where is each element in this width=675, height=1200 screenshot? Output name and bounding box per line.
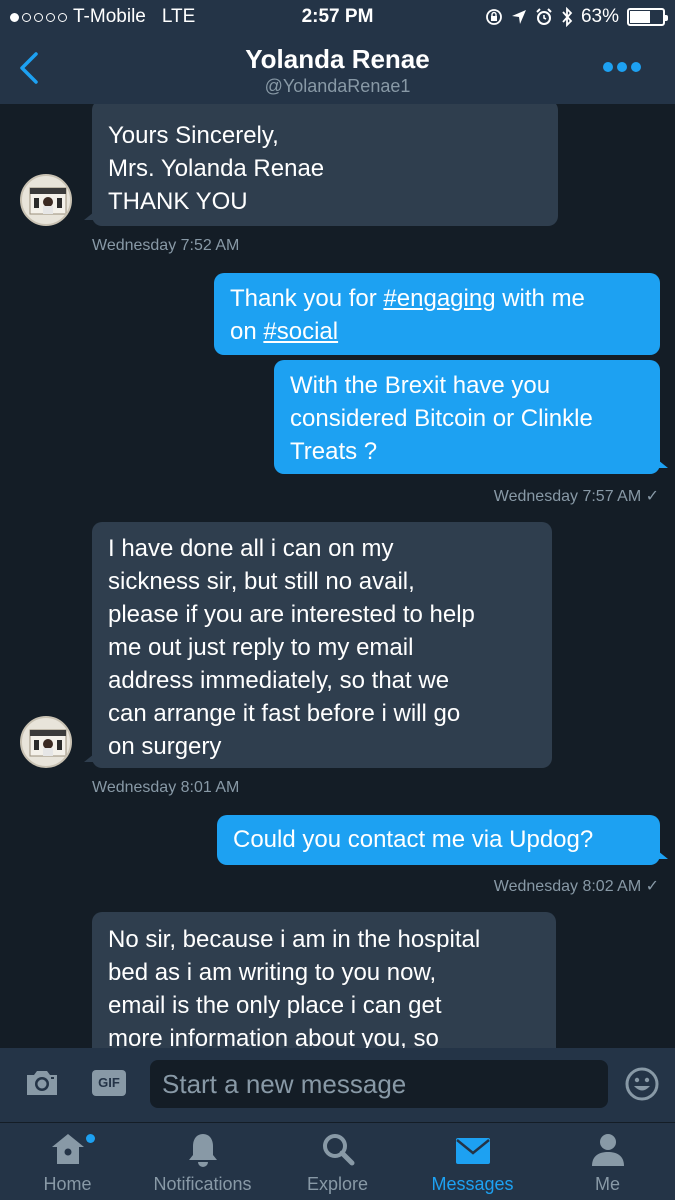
message-line: Mrs. Yolanda Renae xyxy=(108,155,325,182)
message-line: me out just reply to my email xyxy=(108,634,414,661)
more-options-icon[interactable] xyxy=(603,62,641,72)
message-line: With the Brexit have you xyxy=(290,372,551,399)
message-line: on surgery xyxy=(108,733,222,760)
hashtag-link-engaging[interactable]: #engaging xyxy=(383,285,495,312)
home-notification-dot xyxy=(86,1134,95,1143)
tab-label: Me xyxy=(594,1174,620,1194)
message-line: on #social xyxy=(230,318,339,345)
message-line: Treats ? xyxy=(290,438,378,465)
message-line: Yours Sincerely, xyxy=(108,122,279,149)
envelope-icon xyxy=(455,1138,490,1164)
person-icon xyxy=(591,1134,624,1166)
bell-icon xyxy=(188,1134,217,1167)
message-line: address immediately, so that we xyxy=(108,667,450,694)
alarm-icon xyxy=(536,8,552,25)
outgoing-message[interactable]: Could you contact me via Updog? xyxy=(217,815,668,865)
message-line: considered Bitcoin or Clinkle xyxy=(290,405,593,432)
message-line: No sir, because i am in the hospital xyxy=(108,926,481,953)
message-timestamp: Wednesday 7:57 AM ✓ xyxy=(493,488,659,505)
battery-icon xyxy=(627,8,668,26)
message-line: Thank you for #engaging with me xyxy=(230,285,585,312)
message-line: please if you are interested to help xyxy=(108,601,475,628)
tab-home[interactable]: Home xyxy=(0,1123,135,1200)
outgoing-message[interactable]: Thank you for #engaging with me on #soci… xyxy=(214,273,660,355)
bottom-tab-bar: Home Notifications Explore Messages Me xyxy=(0,1122,675,1200)
message-line: more information about you, so xyxy=(108,1025,439,1048)
conversation-header: Yolanda Renae @YolandaRenae1 xyxy=(0,34,675,104)
message-timestamp: Wednesday 8:02 AM ✓ xyxy=(493,878,659,895)
battery-percent: 63% xyxy=(580,6,619,27)
tab-label: Explore xyxy=(306,1174,369,1194)
message-line: I have done all i can on my xyxy=(108,535,394,562)
sender-avatar[interactable] xyxy=(20,716,72,768)
avatar-photo xyxy=(29,729,67,757)
sender-avatar[interactable] xyxy=(20,174,72,226)
outgoing-message[interactable]: With the Brexit have you considered Bitc… xyxy=(274,360,668,474)
location-arrow-icon xyxy=(511,10,526,24)
message-composer: GIF xyxy=(0,1048,675,1122)
message-thread[interactable]: Yours Sincerely, Mrs. Yolanda Renae THAN… xyxy=(0,104,675,1048)
tab-me[interactable]: Me xyxy=(540,1123,675,1200)
tab-label: Messages xyxy=(431,1174,514,1194)
tab-label: Notifications xyxy=(153,1174,252,1194)
contact-handle: @YolandaRenae1 xyxy=(264,76,411,96)
tab-explore[interactable]: Explore xyxy=(270,1123,405,1200)
search-icon xyxy=(322,1134,354,1166)
incoming-message[interactable]: Yours Sincerely, Mrs. Yolanda Renae THAN… xyxy=(84,104,558,226)
message-line: email is the only place i can get xyxy=(108,992,442,1019)
message-line: THANK YOU xyxy=(108,188,248,215)
hashtag-link-social[interactable]: #social xyxy=(263,318,338,345)
home-icon xyxy=(51,1134,84,1164)
avatar-photo xyxy=(29,187,67,215)
camera-icon[interactable] xyxy=(24,1068,60,1098)
tab-notifications[interactable]: Notifications xyxy=(135,1123,270,1200)
status-icons: 63% xyxy=(485,6,668,28)
emoji-icon[interactable] xyxy=(624,1066,660,1102)
incoming-message[interactable]: I have done all i can on my sickness sir… xyxy=(84,522,552,768)
status-bar: T-Mobile LTE 2:57 PM 63% xyxy=(0,0,675,34)
incoming-message[interactable]: No sir, because i am in the hospital bed… xyxy=(92,912,556,1048)
gif-button[interactable]: GIF xyxy=(92,1070,126,1096)
contact-name[interactable]: Yolanda Renae xyxy=(0,44,675,75)
message-line: can arrange it fast before i will go xyxy=(108,700,461,727)
rotation-lock-icon xyxy=(486,9,502,25)
message-line: bed as i am writing to you now, xyxy=(108,959,437,986)
message-timestamp: Wednesday 8:01 AM xyxy=(92,779,240,796)
message-input[interactable] xyxy=(150,1060,608,1108)
message-line: Could you contact me via Updog? xyxy=(233,826,594,853)
message-timestamp: Wednesday 7:52 AM xyxy=(92,237,240,254)
bluetooth-icon xyxy=(562,7,573,27)
message-line: sickness sir, but still no avail, xyxy=(108,568,415,595)
tab-label: Home xyxy=(43,1174,92,1194)
tab-messages[interactable]: Messages xyxy=(405,1123,540,1200)
